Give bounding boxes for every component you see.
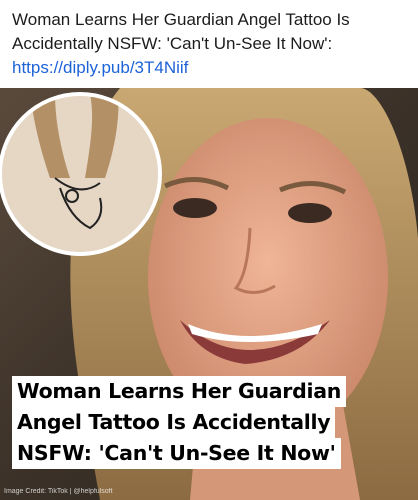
post-text: Woman Learns Her Guardian Angel Tattoo I… (12, 8, 412, 80)
headline-line-3: NSFW: 'Can't Un-See It Now' (12, 438, 341, 469)
post-image[interactable]: Woman Learns Her Guardian Angel Tattoo I… (0, 88, 418, 500)
headline-line-2: Angel Tattoo Is Accidentally (12, 407, 336, 438)
post-title: Woman Learns Her Guardian Angel Tattoo I… (12, 10, 350, 53)
headline-line-1: Woman Learns Her Guardian (12, 376, 347, 407)
image-headline: Woman Learns Her Guardian Angel Tattoo I… (12, 376, 347, 469)
image-credit: Image Credit: TikTok | @helpfulsoft (4, 488, 113, 495)
post-link[interactable]: https://diply.pub/3T4Niif (12, 56, 412, 80)
